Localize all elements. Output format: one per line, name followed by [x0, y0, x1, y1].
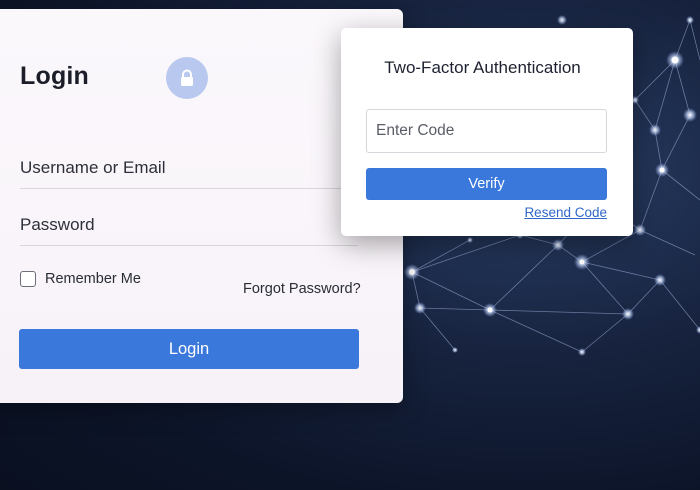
- checkbox-box[interactable]: [20, 271, 36, 287]
- two-factor-title: Two-Factor Authentication: [384, 58, 581, 77]
- remember-me-label: Remember Me: [45, 271, 141, 287]
- lock-icon: [181, 69, 193, 86]
- remember-me-checkbox[interactable]: Remember Me: [20, 271, 141, 287]
- code-input[interactable]: [366, 109, 607, 153]
- password-input[interactable]: [20, 205, 358, 246]
- two-factor-card: Two-Factor Authentication Verify Resend …: [341, 28, 633, 236]
- login-button[interactable]: Login: [19, 329, 359, 369]
- login-title: Login: [20, 62, 90, 90]
- lock-badge: [166, 57, 208, 99]
- screen: Login Remember Me Forgot Password? Login…: [0, 0, 700, 490]
- resend-code-link[interactable]: Resend Code: [524, 205, 607, 220]
- forgot-password-link[interactable]: Forgot Password?: [243, 281, 361, 297]
- verify-button[interactable]: Verify: [366, 168, 607, 200]
- username-input[interactable]: [20, 148, 358, 189]
